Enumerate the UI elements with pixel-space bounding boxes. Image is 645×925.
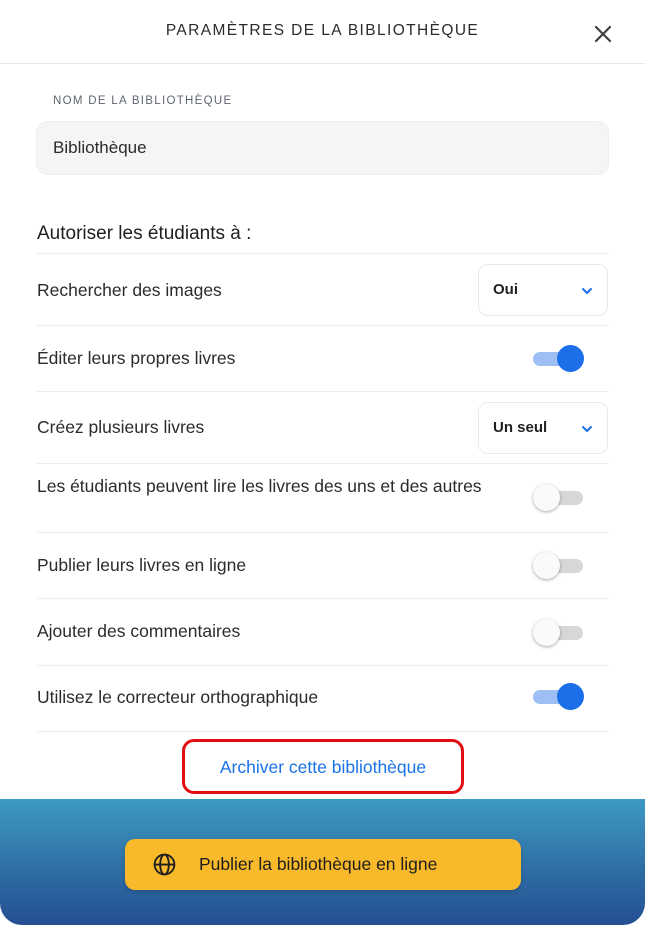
divider [36, 731, 609, 732]
spellcheck-toggle[interactable] [533, 683, 585, 711]
divider [36, 325, 609, 326]
multiple-books-select[interactable]: Un seul [478, 402, 608, 454]
page-title: PARAMÈTRES DE LA BIBLIOTHÈQUE [165, 22, 480, 39]
row-label-multiple-books: Créez plusieurs livres [37, 417, 205, 437]
row-label-read-others-books: Les étudiants peuvent lire les livres de… [37, 476, 482, 496]
row-label-add-comments: Ajouter des commentaires [37, 621, 241, 641]
publish-library-button[interactable]: Publier la bibliothèque en ligne [125, 839, 521, 890]
toggle-knob [557, 345, 584, 372]
search-images-select[interactable]: Oui [478, 264, 608, 316]
archive-library-link[interactable]: Archiver cette bibliothèque [182, 757, 464, 778]
publish-books-toggle[interactable] [533, 552, 585, 580]
divider [36, 598, 609, 599]
add-comments-toggle[interactable] [533, 619, 585, 647]
close-icon [594, 25, 612, 43]
divider [36, 665, 609, 666]
divider [36, 391, 609, 392]
divider [36, 253, 609, 254]
chevron-down-icon [582, 426, 592, 432]
row-label-search-images: Rechercher des images [37, 280, 222, 300]
publish-library-label: Publier la bibliothèque en ligne [199, 854, 438, 874]
chevron-down-icon [582, 288, 592, 294]
row-label-spellcheck: Utilisez le correcteur orthographique [37, 687, 319, 707]
library-name-input[interactable] [36, 121, 609, 175]
multiple-books-value: Un seul [493, 419, 548, 436]
toggle-knob [533, 484, 560, 511]
divider [36, 532, 609, 533]
row-label-edit-own-books: Éditer leurs propres livres [37, 348, 236, 368]
toggle-knob [533, 552, 560, 579]
globe-icon [153, 853, 176, 876]
search-images-value: Oui [493, 281, 518, 298]
library-name-label: NOM DE LA BIBLIOTHÈQUE [53, 95, 233, 107]
library-settings-panel: PARAMÈTRES DE LA BIBLIOTHÈQUE NOM DE LA … [0, 0, 645, 925]
read-others-books-toggle[interactable] [533, 484, 585, 512]
toggle-knob [557, 683, 584, 710]
permissions-title: Autoriser les étudiants à : [37, 223, 252, 244]
toggle-knob [533, 619, 560, 646]
row-label-publish-books: Publier leurs livres en ligne [37, 555, 247, 575]
edit-own-books-toggle[interactable] [533, 345, 585, 373]
close-button[interactable] [588, 19, 618, 49]
divider [36, 463, 609, 464]
settings-header: PARAMÈTRES DE LA BIBLIOTHÈQUE [0, 0, 645, 64]
